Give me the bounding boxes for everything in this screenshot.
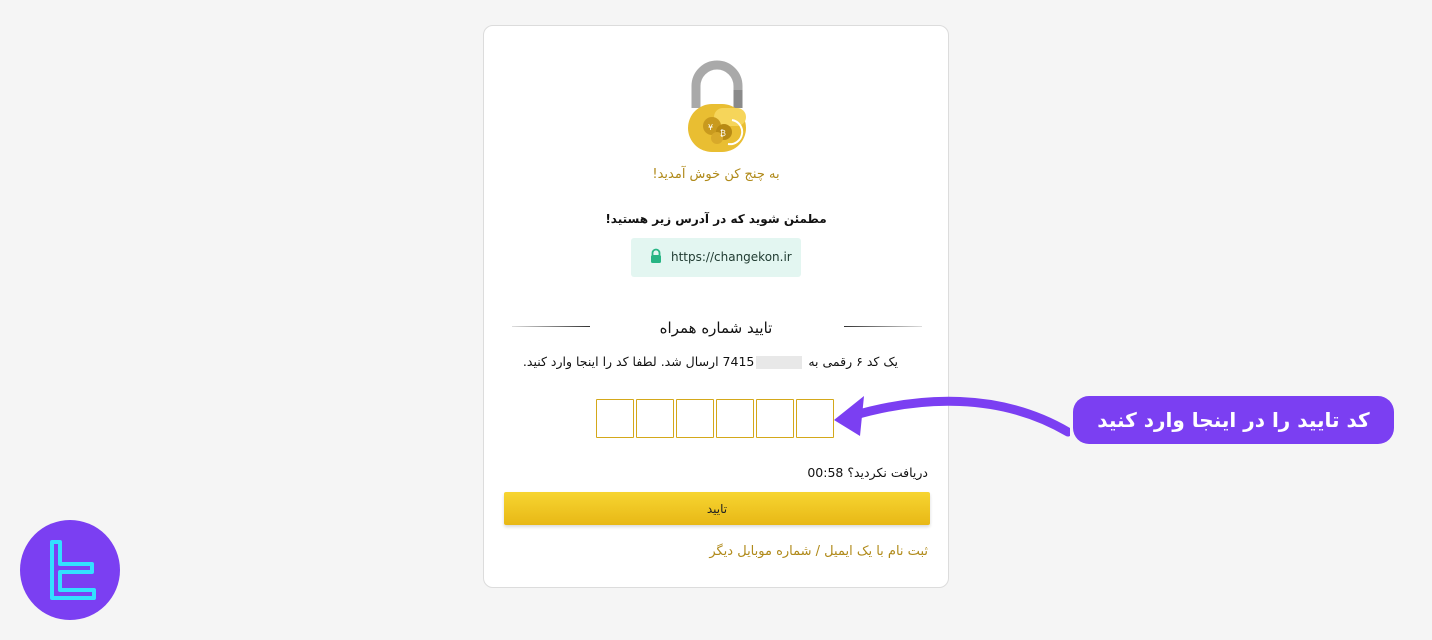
svg-text:₿: ₿ xyxy=(720,129,726,138)
otp-digit-6[interactable] xyxy=(796,399,834,438)
svg-text:¥: ¥ xyxy=(708,123,713,132)
url-text: https://changekon.ir xyxy=(671,250,792,264)
welcome-text: به چنج کن خوش آمدید! xyxy=(652,167,780,182)
countdown-timer: 00:58 xyxy=(807,465,844,480)
sent-msg-after: ارسال شد. لطفا کد را اینجا وارد کنید. xyxy=(522,354,719,369)
resend-label: دریافت نکردید؟ xyxy=(847,465,928,480)
phone-visible: 7415 xyxy=(722,354,755,369)
brand-logo xyxy=(20,520,120,620)
url-badge: https://changekon.ir xyxy=(631,238,801,277)
otp-digit-4[interactable] xyxy=(716,399,754,438)
masked-digits xyxy=(756,356,803,369)
section-title: تایید شماره همراه xyxy=(659,319,773,337)
url-notice: مطمئن شوید که در آدرس زیر هستید! xyxy=(605,212,827,226)
code-sent-message: یک کد ۶ رقمی به 7415 ارسال شد. لطفا کد ر… xyxy=(523,354,898,369)
otp-digit-3[interactable] xyxy=(676,399,714,438)
phone-number: 7415 xyxy=(723,354,805,369)
instruction-callout: کد تایید را در اینجا وارد کنید xyxy=(1073,396,1394,444)
lock-icon xyxy=(651,248,661,263)
otp-digit-1[interactable] xyxy=(596,399,634,438)
alt-register-link[interactable]: ثبت نام با یک ایمیل / شماره موبایل دیگر xyxy=(709,544,928,559)
sent-msg-before: یک کد ۶ رقمی به xyxy=(808,354,898,369)
otp-input-group xyxy=(596,399,836,438)
confirm-button[interactable]: تایید xyxy=(504,492,930,525)
arrow-left-icon xyxy=(834,396,1070,437)
padlock-bitcoin-icon: ¥ ₿ xyxy=(688,60,746,152)
resend-row: دریافت نکردید؟ 00:58 xyxy=(807,465,928,480)
verification-card: ¥ ₿ به چنج کن خوش آمدید! مطمئن شوید که د… xyxy=(483,25,949,588)
otp-digit-2[interactable] xyxy=(636,399,674,438)
otp-digit-5[interactable] xyxy=(756,399,794,438)
